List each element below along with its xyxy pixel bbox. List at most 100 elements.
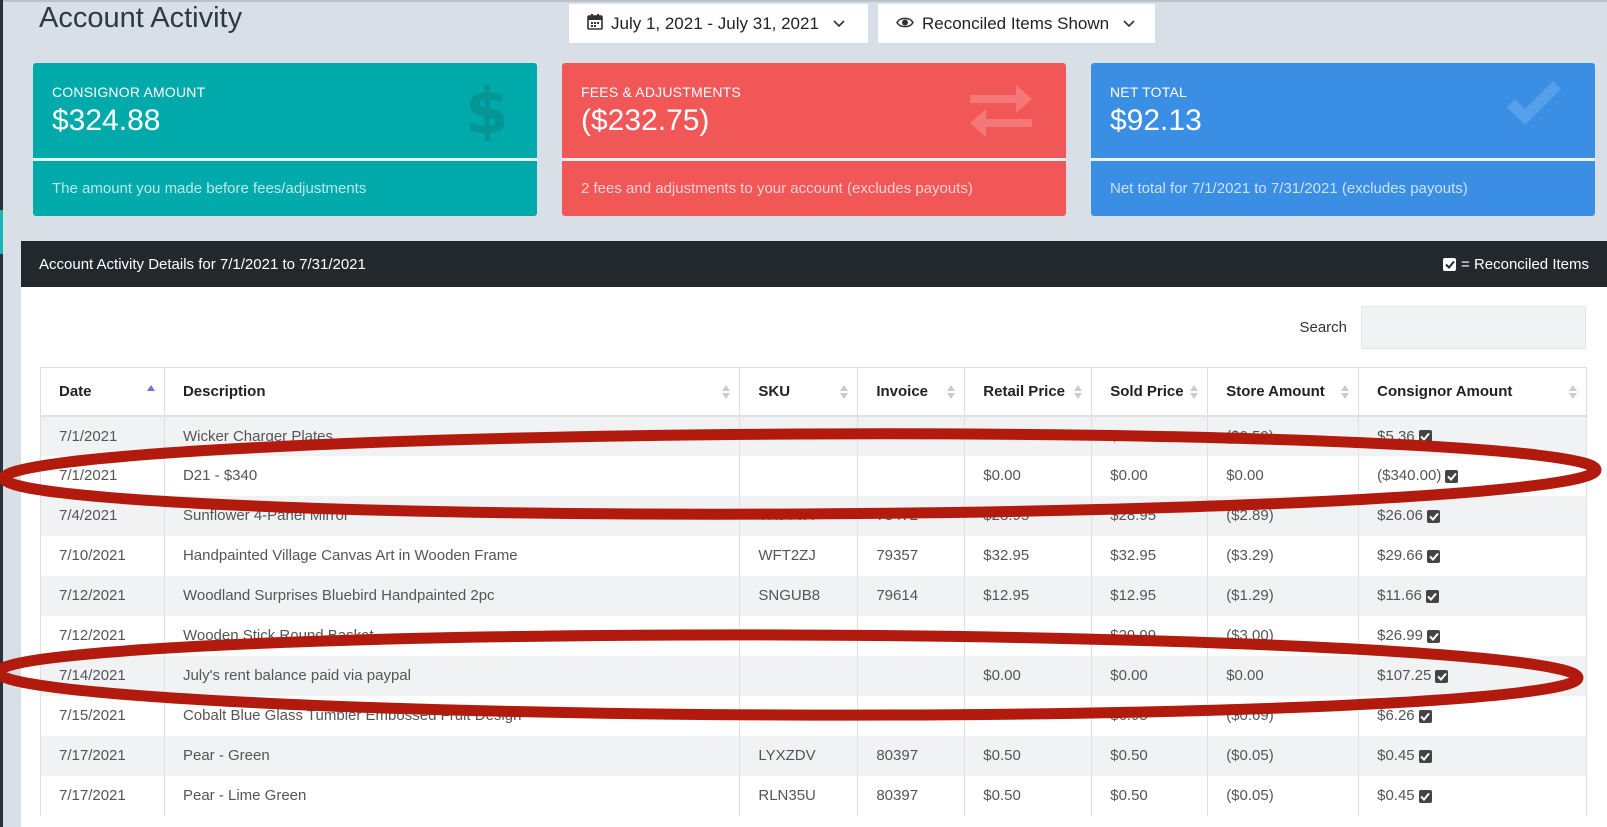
column-header-date[interactable]: Date [40,367,165,417]
cell-description: D21 - $340 [163,455,741,496]
chevron-down-icon [833,17,845,31]
cell-consignor-amount: $26.99 [1358,615,1587,656]
cell-date: 7/15/2021 [40,695,165,736]
cell-retail-price: $0.50 [964,735,1093,776]
sort-icon [1074,385,1083,399]
sort-icon [1341,385,1350,399]
cell-sku: RLN35U [739,775,859,816]
cell-store-amount: ($1.29) [1207,575,1360,616]
consignor-amount-value: $107.25 [1377,667,1432,684]
card-footer: 2 fees and adjustments to your account (… [581,180,973,197]
cell-sold-price: $32.95 [1091,535,1209,576]
reconciled-checkbox-icon [1418,749,1432,763]
cell-description: Woodland Surprises Bluebird Handpainted … [163,575,741,616]
cell-description: Wooden Stick Round Basket [163,615,741,656]
table-row: 7/15/2021 Cobalt Blue Glass Tumbler Embo… [40,695,1587,736]
cell-consignor-amount: $5.36 [1358,415,1587,456]
panel-header: Account Activity Details for 7/1/2021 to… [21,241,1607,287]
reconciled-checkbox-icon [1425,589,1439,603]
card-value: $324.88 [52,104,161,137]
fees-adjustments-card: FEES & ADJUSTMENTS ($232.75) 2 fees and … [562,63,1066,216]
cell-retail-price [964,615,1093,656]
cell-sold-price: $0.00 [1091,655,1209,696]
reconciled-filter-dropdown[interactable]: Reconciled Items Shown [877,3,1156,44]
cell-store-amount: $0.00 [1207,455,1360,496]
cell-date: 7/12/2021 [40,575,165,616]
sort-ascending-icon [146,385,155,391]
cell-date: 7/1/2021 [40,455,165,496]
cell-date: 7/12/2021 [40,615,165,656]
cell-store-amount: ($0.69) [1207,695,1360,736]
cell-invoice [857,455,966,496]
column-header-consignor-amount[interactable]: Consignor Amount [1358,367,1587,417]
cell-sold-price: $12.95 [1091,575,1209,616]
cell-retail-price: $0.50 [964,775,1093,816]
cell-store-amount: ($0.59) [1207,415,1360,456]
cell-store-amount: ($0.05) [1207,775,1360,816]
cell-retail-price: $12.95 [964,575,1093,616]
cell-invoice: 80397 [857,735,966,776]
reconciled-checkbox-icon [1418,430,1432,444]
panel-title: Account Activity Details for 7/1/2021 to… [39,255,366,273]
cell-description: Wicker Charger Plates [163,415,741,456]
cell-sold-price: $6.95 [1091,695,1209,736]
table-row: 7/17/2021 Pear - Green LYXZDV 80397 $0.5… [40,735,1587,776]
cell-sku [739,655,859,696]
consignor-amount-value: $0.45 [1377,787,1415,804]
reconciled-checkbox-icon [1427,509,1440,523]
table-row: 7/17/2021 Pear - Lime Green RLN35U 80397… [40,775,1587,816]
reconciled-checkbox-icon [1435,669,1449,683]
consignor-amount-value: $26.99 [1377,627,1423,644]
cell-retail-price: $32.95 [964,535,1093,576]
table-header-row: Date Description SKU Invoice Retail Pric… [40,367,1587,417]
column-header-label: Retail Price [983,382,1066,400]
page-title: Account Activity [39,2,243,34]
cell-sold-price: $29.99 [1091,615,1209,656]
net-total-card: NET TOTAL $92.13 Net total for 7/1/2021 … [1091,63,1595,216]
column-header-label: Sold Price [1110,382,1184,400]
cell-invoice [857,415,966,456]
column-header-invoice[interactable]: Invoice [857,367,966,417]
cell-retail-price: $28.95 [964,495,1093,536]
cell-date: 7/10/2021 [40,535,165,576]
cell-retail-price [964,695,1093,736]
date-range-dropdown[interactable]: July 1, 2021 - July 31, 2021 [568,3,869,44]
search-label: Search [1299,319,1347,336]
cell-invoice [857,655,966,696]
reconciled-checkbox-icon [1418,709,1432,723]
search-row: Search [1299,306,1586,349]
consignor-amount-value: $5.36 [1377,427,1415,445]
cell-consignor-amount: $0.45 [1358,735,1587,776]
column-header-retail-price[interactable]: Retail Price [964,367,1093,417]
cell-sold-price: $0.00 [1091,455,1209,496]
sort-icon [1569,385,1577,399]
exchange-icon [966,81,1036,141]
cell-date: 7/14/2021 [40,655,165,696]
search-input[interactable] [1361,306,1586,349]
eye-icon [896,14,914,34]
card-footer: Net total for 7/1/2021 to 7/31/2021 (exc… [1110,180,1468,197]
cell-description: Pear - Green [163,735,741,776]
cell-invoice: 79357 [857,535,966,576]
column-header-sold-price[interactable]: Sold Price [1091,367,1209,417]
cell-sku [739,455,859,496]
cell-consignor-amount: ($340.00) [1358,455,1587,496]
activity-table: Date Description SKU Invoice Retail Pric… [40,367,1587,816]
column-header-store-amount[interactable]: Store Amount [1207,367,1360,417]
cell-consignor-amount: $107.25 [1358,655,1587,696]
column-header-sku[interactable]: SKU [739,367,859,417]
column-header-description[interactable]: Description [163,367,741,417]
cell-sku: LYXZDV [739,735,859,776]
reconciled-filter-label: Reconciled Items Shown [922,13,1110,33]
consignor-amount-value: $26.06 [1377,507,1423,524]
cell-date: 7/17/2021 [40,775,165,816]
cell-invoice: 79614 [857,575,966,616]
card-footer: The amount you made before fees/adjustme… [52,180,367,197]
table-body: 7/1/2021 Wicker Charger Plates $5.95 ($0… [40,415,1587,816]
checkbox-checked-icon [1443,257,1457,271]
cell-consignor-amount: $11.66 [1358,575,1587,616]
left-sidebar-accent [0,210,3,254]
table-row: 7/12/2021 Wooden Stick Round Basket $29.… [40,615,1587,656]
legend-label: = Reconciled Items [1461,255,1589,273]
cell-sku [739,415,859,456]
